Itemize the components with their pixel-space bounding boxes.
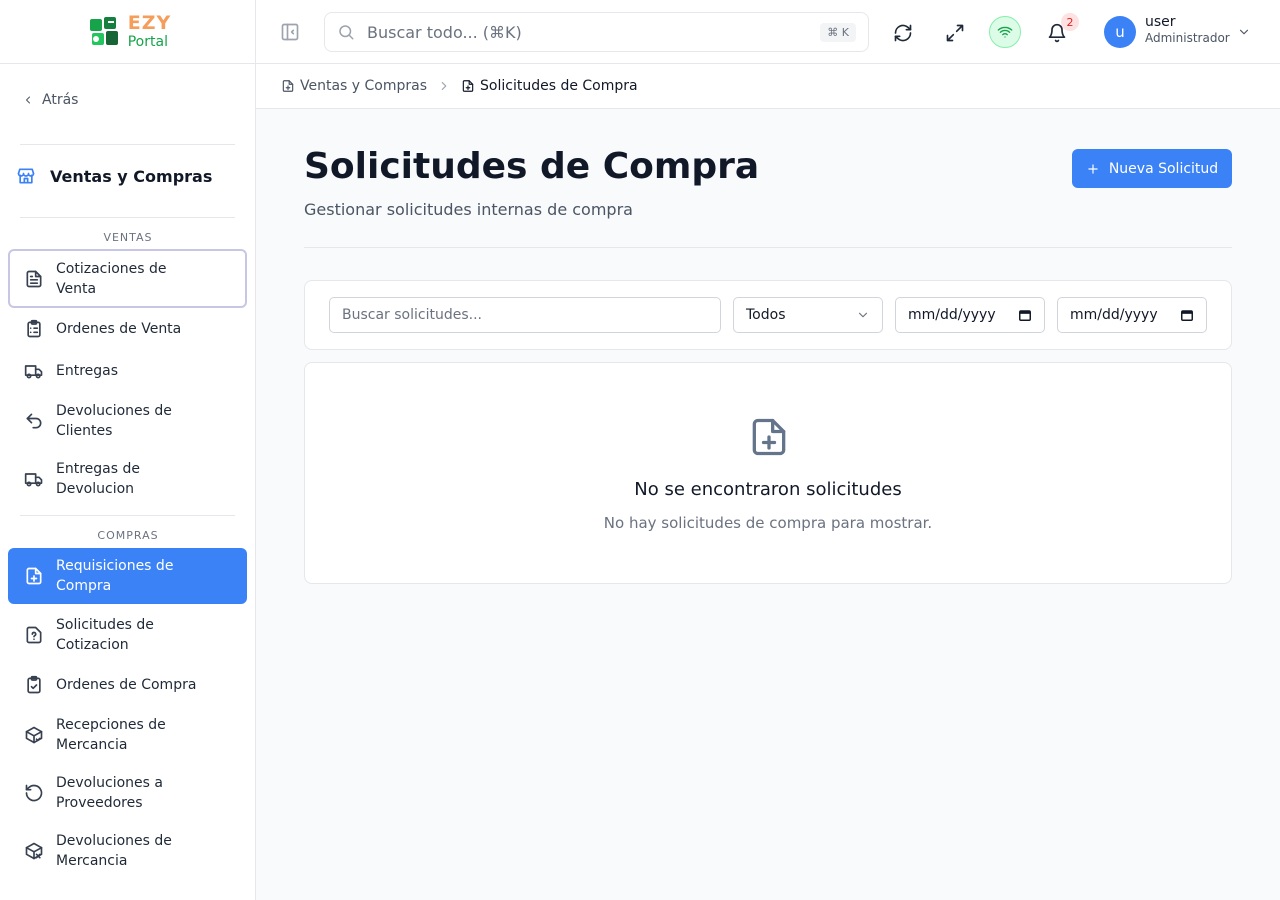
module-title: Ventas y Compras	[16, 166, 212, 186]
requests-search-input[interactable]: Buscar solicitudes...	[329, 297, 721, 333]
filters-panel: Buscar solicitudes... Todos mm/dd/yyyy m…	[304, 280, 1232, 350]
file-text-icon	[26, 270, 42, 287]
empty-state: No se encontraron solicitudes No hay sol…	[304, 362, 1232, 584]
brand-logo[interactable]: EZY Portal	[0, 0, 255, 64]
sidebar-item-ordenes-de-venta[interactable]: Ordenes de Venta	[8, 308, 247, 350]
chevron-down-icon	[858, 312, 868, 318]
search-icon	[339, 25, 354, 40]
date-from-input[interactable]: mm/dd/yyyy	[895, 297, 1045, 333]
breadcrumb-parent-label: Ventas y Compras	[300, 78, 428, 94]
truck-icon	[24, 365, 43, 379]
breadcrumb-current: Solicitudes de Compra	[461, 78, 638, 94]
sidebar-item-label: Cotizaciones de Venta	[56, 260, 167, 297]
sidebar-item-label: Recepciones de Mercancia	[56, 717, 166, 753]
global-search-input[interactable]: Buscar todo... (⌘K) ⌘ K	[324, 12, 869, 52]
user-menu[interactable]: user Administrador	[1145, 14, 1230, 45]
clipboard-list-icon	[27, 319, 41, 338]
sidebar-item-cotizaciones-de-venta[interactable]: Cotizaciones de Venta	[8, 249, 247, 308]
sidebar-item-ordenes-de-compra[interactable]: Ordenes de Compra	[8, 664, 247, 706]
clipboard-check-icon	[27, 675, 41, 694]
avatar[interactable]: u	[1104, 16, 1136, 48]
top-header: Buscar todo... (⌘K) ⌘ K 2 u user Adminis…	[256, 0, 1280, 64]
user-role: Administrador	[1145, 30, 1230, 45]
new-request-button[interactable]: Nueva Solicitud	[1072, 149, 1232, 188]
status-select[interactable]: Todos	[733, 297, 883, 333]
sidebar-item-label: Ordenes de Venta	[56, 321, 182, 337]
sidebar-item-label: Entregas de Devolucion	[56, 461, 140, 497]
section-label-ventas: VENTAS	[103, 231, 153, 244]
brand-subname: Portal	[127, 34, 168, 50]
status-select-value: Todos	[746, 307, 786, 323]
search-shortcut: ⌘ K	[820, 22, 856, 42]
date-from-placeholder: mm/dd/yyyy	[908, 307, 996, 323]
package-check-icon	[25, 726, 43, 744]
breadcrumb-current-label: Solicitudes de Compra	[480, 78, 638, 94]
refresh-button[interactable]	[890, 20, 916, 46]
chevron-left-icon	[26, 96, 30, 104]
file-plus-icon	[752, 418, 786, 456]
package-x-icon	[25, 842, 43, 860]
empty-state-description: No hay solicitudes de compra para mostra…	[603, 514, 933, 532]
rotate-ccw-icon	[25, 784, 43, 802]
date-to-placeholder: mm/dd/yyyy	[1070, 307, 1158, 323]
sidebar-item-entregas[interactable]: Entregas	[8, 350, 247, 392]
sidebar-divider	[20, 144, 235, 145]
file-plus-icon	[282, 80, 294, 92]
panel-left-icon	[281, 23, 299, 41]
chevron-right-icon	[441, 81, 447, 91]
chevron-down-icon	[1239, 29, 1249, 35]
sidebar-item-recepciones-de-mercancia[interactable]: Recepciones de Mercancia	[8, 706, 247, 764]
sidebar-item-label: Requisiciones de Compra	[56, 558, 174, 594]
sidebar: EZY Portal Atrás Ventas y Compras VENTAS…	[0, 0, 256, 900]
sidebar-item-label: Entregas	[56, 363, 119, 379]
refresh-icon	[894, 24, 912, 42]
sidebar-item-label: Ordenes de Compra	[56, 677, 197, 693]
user-menu-toggle[interactable]	[1236, 24, 1252, 40]
search-placeholder: Buscar todo... (⌘K)	[367, 22, 522, 42]
module-title-text: Ventas y Compras	[50, 166, 213, 186]
sidebar-item-label: Devoluciones a Proveedores	[56, 775, 163, 811]
sidebar-item-devoluciones-a-proveedores[interactable]: Devoluciones a Proveedores	[8, 764, 247, 822]
undo-icon	[26, 413, 42, 429]
back-link[interactable]: Atrás	[22, 92, 78, 108]
brand-name: EZY	[127, 12, 172, 34]
new-request-label: Nueva Solicitud	[1108, 160, 1219, 177]
expand-icon	[946, 24, 964, 42]
sidebar-divider	[20, 217, 235, 218]
file-plus-icon	[26, 567, 42, 585]
notification-badge: 2	[1061, 13, 1079, 31]
store-icon	[17, 168, 35, 184]
empty-state-title: No se encontraron solicitudes	[634, 479, 902, 500]
file-question-icon	[26, 626, 42, 644]
sidebar-item-requisiciones-de-compra[interactable]: Requisiciones de Compra	[8, 548, 247, 604]
fullscreen-button[interactable]	[942, 20, 968, 46]
header-divider	[304, 247, 1232, 248]
connection-status-button[interactable]	[989, 16, 1021, 48]
sidebar-item-devoluciones-de-mercancia[interactable]: Devoluciones de Mercancia	[8, 822, 247, 880]
sidebar-toggle-button[interactable]	[278, 20, 302, 44]
file-plus-icon	[462, 80, 474, 92]
notifications-button[interactable]: 2	[1044, 13, 1079, 46]
sidebar-item-devoluciones-de-clientes[interactable]: Devoluciones de Clientes	[8, 392, 247, 450]
section-label-compras: COMPRAS	[97, 529, 159, 542]
date-to-input[interactable]: mm/dd/yyyy	[1057, 297, 1207, 333]
page-title: Solicitudes de Compra	[304, 146, 760, 187]
sidebar-item-label: Devoluciones de Mercancia	[56, 833, 172, 869]
back-label: Atrás	[42, 92, 79, 108]
sidebar-item-label: Devoluciones de Clientes	[56, 403, 172, 439]
plus-icon	[1088, 163, 1098, 174]
calendar-icon	[1019, 310, 1031, 321]
page-subtitle: Gestionar solicitudes internas de compra	[304, 200, 633, 219]
sidebar-divider	[20, 515, 235, 516]
breadcrumb-parent[interactable]: Ventas y Compras	[281, 78, 427, 94]
truck-return-icon	[24, 473, 43, 487]
breadcrumb: Ventas y Compras Solicitudes de Compra	[256, 64, 1280, 109]
user-name: user	[1145, 14, 1176, 30]
calendar-icon	[1181, 310, 1193, 321]
sidebar-item-solicitudes-de-cotizacion[interactable]: Solicitudes de Cotizacion	[8, 606, 247, 664]
sidebar-item-label: Solicitudes de Cotizacion	[56, 617, 154, 653]
wifi-icon	[997, 26, 1013, 38]
sidebar-item-entregas-de-devolucion[interactable]: Entregas de Devolucion	[8, 450, 247, 508]
logo-icon	[89, 16, 118, 45]
